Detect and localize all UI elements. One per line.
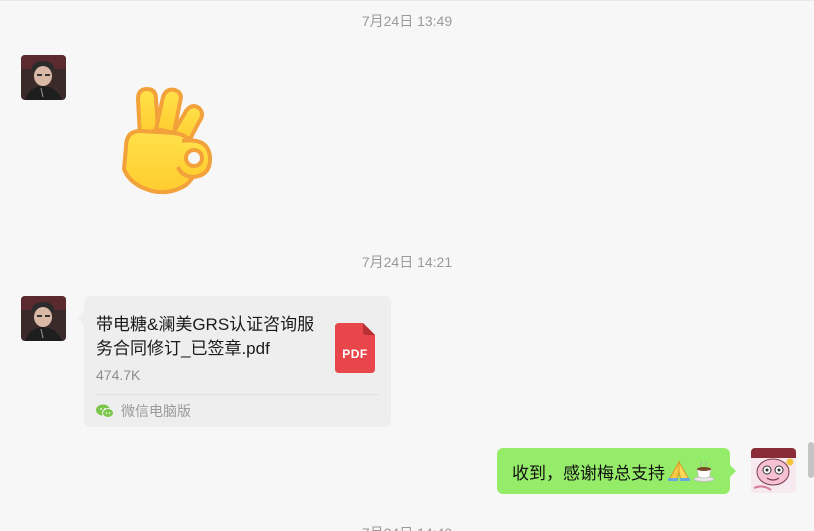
file-source-label: 微信电脑版 [121, 403, 191, 419]
scrollbar-thumb[interactable] [808, 442, 814, 478]
file-card-divider [96, 394, 379, 395]
outgoing-message-bubble[interactable]: 收到，感谢梅总支持 [497, 448, 736, 494]
file-size: 474.7K [96, 367, 141, 383]
file-source: 微信电脑版 [96, 402, 191, 420]
pdf-type-label: PDF [342, 347, 368, 361]
message-timestamp: 7月24日 14:40 [0, 523, 814, 531]
file-name: 带电糖&澜美GRS认证咨询服务合同修订_已签章.pdf [96, 315, 315, 358]
contact-avatar[interactable] [21, 55, 66, 100]
message-timestamp: 7月24日 13:49 [361, 13, 453, 29]
wechat-icon [96, 404, 114, 418]
contact-avatar[interactable] [21, 296, 66, 341]
pray-hands-icon [668, 460, 690, 481]
coffee-icon [693, 461, 715, 482]
chat-window: 7月24日 13:49 7月24日 14:21 带电糖&澜美GRS认证咨询服务合… [0, 0, 814, 531]
ok-hand-sticker[interactable] [108, 81, 228, 206]
outgoing-message-text: 收到，感谢梅总支持 [512, 463, 665, 483]
my-avatar[interactable] [751, 448, 796, 493]
message-timestamp: 7月24日 14:21 [361, 254, 453, 270]
file-message-card[interactable]: 带电糖&澜美GRS认证咨询服务合同修订_已签章.pdf 474.7K PDF 微… [78, 296, 391, 427]
ok-hand-icon [122, 87, 213, 195]
